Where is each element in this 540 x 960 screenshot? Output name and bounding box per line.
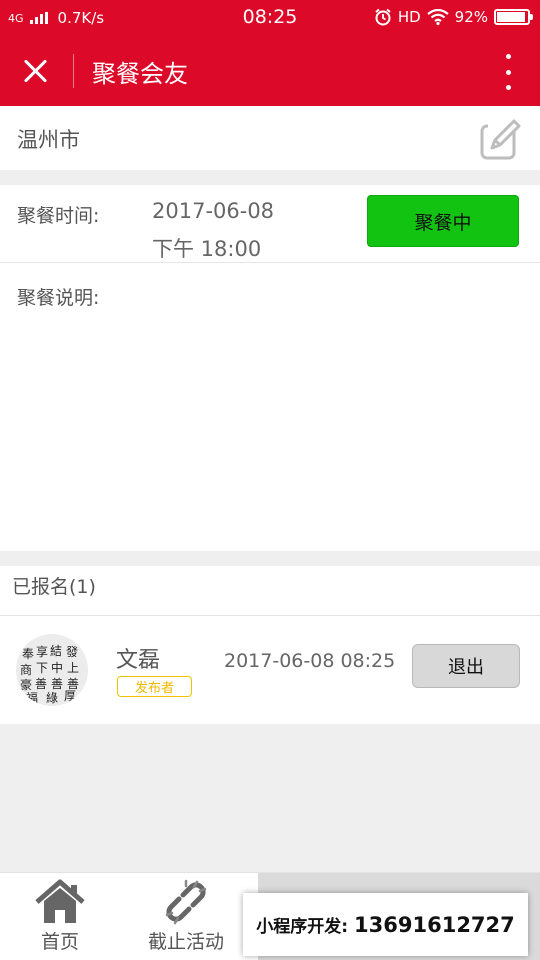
status-right: HD 92%	[374, 8, 533, 26]
meal-time-row: 聚餐时间: 2017-06-08 下午 18:00 聚餐中	[0, 185, 540, 263]
tab-stop-activity[interactable]: 截止活动	[136, 873, 236, 960]
meal-time-value: 2017-06-08 下午 18:00	[152, 192, 274, 268]
signed-up-title: 已报名(1)	[12, 576, 96, 598]
avatar: 奉享結發 商下中上 豪善善善 福綠厚	[16, 634, 88, 706]
svg-text:綠: 綠	[46, 691, 58, 705]
city-name: 温州市	[17, 128, 80, 152]
battery-icon	[494, 9, 533, 25]
tab-stop-activity-label: 截止活动	[147, 931, 224, 953]
home-icon	[35, 879, 85, 923]
nav-bar: 聚餐会友	[0, 36, 540, 106]
nav-divider	[73, 54, 74, 88]
svg-text:福: 福	[26, 690, 38, 705]
svg-text:上: 上	[67, 661, 79, 675]
meal-time-label: 聚餐时间:	[17, 205, 100, 227]
svg-text:發: 發	[66, 644, 78, 659]
svg-text:豪: 豪	[20, 677, 32, 692]
svg-text:結: 結	[50, 644, 62, 658]
city-row: 温州市	[0, 106, 540, 170]
meal-description-label: 聚餐说明:	[17, 287, 100, 309]
promo-banner: 小程序开发: 13691612727	[243, 893, 528, 956]
meal-status-button[interactable]: 聚餐中	[367, 195, 519, 247]
close-icon[interactable]	[18, 53, 54, 89]
svg-text:商: 商	[20, 662, 32, 677]
svg-text:享: 享	[36, 644, 48, 659]
edit-icon[interactable]	[478, 116, 524, 162]
battery-percent: 92%	[454, 8, 488, 26]
wifi-icon	[426, 9, 449, 25]
svg-text:善: 善	[35, 676, 47, 691]
alarm-icon	[375, 8, 391, 26]
broken-link-icon	[165, 879, 207, 925]
meal-info: 聚餐时间: 2017-06-08 下午 18:00 聚餐中 聚餐说明:	[0, 185, 540, 551]
svg-text:厚: 厚	[64, 689, 76, 703]
list-item: 奉享結發 商下中上 豪善善善 福綠厚 文磊 发布者 2017-06-08 08:…	[0, 616, 540, 724]
promo-phone: 13691612727	[354, 912, 515, 937]
page-title: 聚餐会友	[92, 60, 188, 88]
signed-up-header: 已报名(1)	[0, 566, 540, 616]
hd-label: HD	[397, 8, 421, 26]
quit-button[interactable]: 退出	[412, 644, 520, 688]
svg-text:下: 下	[36, 661, 48, 675]
meal-description-row: 聚餐说明:	[0, 263, 540, 551]
svg-text:善: 善	[51, 676, 63, 691]
signed-up-section: 已报名(1) 奉享結發 商下中上 豪善善善 福綠厚 文磊 发布者 2017-06…	[0, 566, 540, 724]
status-bar: 4G 0.7K/s 08:25 HD 92%	[0, 0, 540, 36]
svg-text:中: 中	[51, 660, 63, 675]
svg-text:奉: 奉	[22, 647, 34, 661]
publisher-badge: 发布者	[117, 676, 192, 697]
tab-home-label: 首页	[40, 931, 79, 953]
member-name: 文磊	[116, 648, 161, 673]
promo-label: 小程序开发:	[256, 917, 349, 937]
member-signup-time: 2017-06-08 08:25	[224, 650, 396, 672]
meal-date: 2017-06-08	[152, 199, 275, 223]
more-icon[interactable]	[504, 54, 512, 90]
tab-home[interactable]: 首页	[20, 873, 100, 960]
